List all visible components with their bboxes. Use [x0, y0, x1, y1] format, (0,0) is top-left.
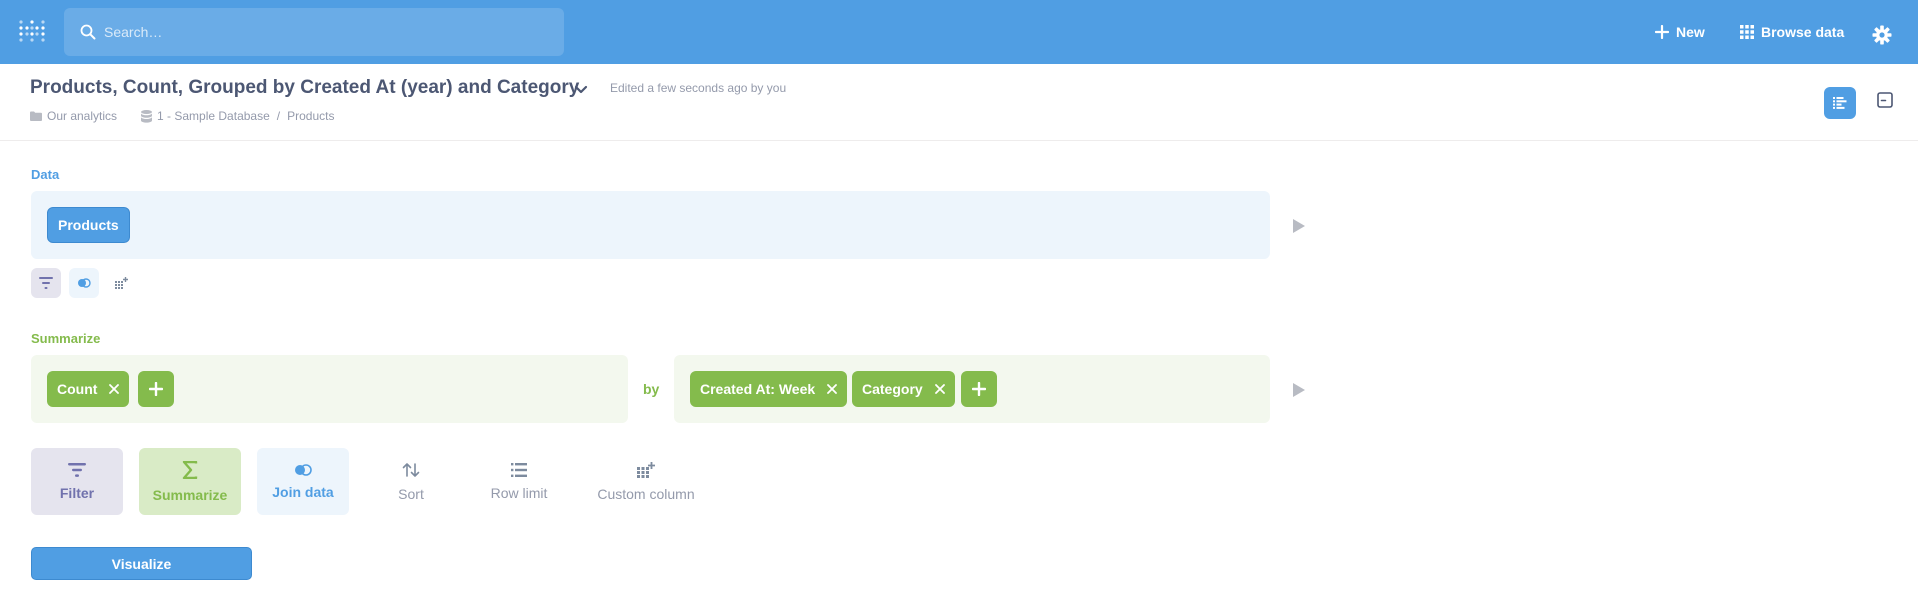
metric-pill-count[interactable]: Count [47, 371, 130, 407]
breakout-pill-label: Category [862, 381, 923, 397]
join-icon [293, 463, 313, 476]
browse-data-button[interactable]: Browse data [1740, 19, 1844, 45]
summarize-button[interactable]: Summarize [139, 448, 241, 515]
breadcrumb-database[interactable]: 1 - Sample Database [157, 109, 270, 123]
data-section-label: Data [31, 167, 60, 182]
breakout-pill-created-at[interactable]: Created At: Week [690, 371, 848, 407]
sql-console-icon[interactable] [1877, 92, 1893, 108]
summarize-metrics-area: Count [31, 355, 628, 423]
join-data-button-label: Join data [272, 483, 334, 500]
breadcrumb: Our analytics 1 - Sample Database / Prod… [30, 109, 334, 123]
filter-button[interactable]: Filter [31, 448, 123, 515]
filter-icon [39, 277, 53, 289]
question-title[interactable]: Products, Count, Grouped by Created At (… [30, 77, 579, 99]
preview-data-play-icon[interactable] [1293, 219, 1305, 233]
data-step: Products [31, 191, 1270, 259]
row-limit-button-label: Row limit [490, 484, 548, 501]
list-icon [511, 462, 527, 477]
plus-icon [972, 382, 986, 396]
chevron-down-icon[interactable] [574, 85, 588, 95]
database-icon [141, 109, 153, 123]
join-data-button[interactable]: Join data [257, 448, 349, 515]
browse-data-label: Browse data [1761, 24, 1845, 40]
plus-icon [1655, 25, 1669, 39]
metabase-logo-icon[interactable] [18, 18, 46, 46]
data-step-actions [31, 268, 145, 298]
preview-summarize-play-icon[interactable] [1293, 383, 1305, 397]
sort-button[interactable]: Sort [365, 448, 457, 515]
mini-filter-button[interactable] [31, 268, 61, 298]
join-icon [77, 278, 91, 288]
breakout-pill-label: Created At: Week [700, 381, 816, 397]
breakout-pill-category[interactable]: Category [852, 371, 955, 407]
custom-column-icon [637, 461, 655, 478]
top-nav: New Browse data [0, 0, 1918, 64]
new-button[interactable]: New [1655, 19, 1705, 45]
sort-button-label: Sort [398, 485, 424, 502]
summarize-section-label: Summarize [31, 331, 101, 346]
search-icon [80, 24, 96, 40]
custom-column-button[interactable]: Custom column [594, 448, 698, 515]
notebook-editor-toggle[interactable] [1824, 87, 1856, 119]
gear-icon[interactable] [1872, 22, 1892, 48]
breadcrumb-collection[interactable]: Our analytics [47, 109, 117, 123]
add-breakout-button[interactable] [961, 371, 997, 407]
plus-icon [149, 382, 163, 396]
last-edited-info[interactable]: Edited a few seconds ago by you [610, 81, 786, 95]
by-label: by [643, 381, 660, 397]
close-icon[interactable] [109, 384, 120, 394]
folder-icon [30, 111, 42, 121]
sort-arrows-icon [402, 462, 420, 478]
filter-button-label: Filter [59, 484, 95, 501]
grid-icon [1740, 25, 1754, 39]
summarize-button-label: Summarize [152, 486, 228, 503]
sigma-icon [182, 460, 198, 479]
breadcrumb-separator: / [276, 109, 281, 123]
custom-column-icon [115, 277, 129, 289]
mini-join-button[interactable] [69, 268, 99, 298]
mini-custom-column-button[interactable] [107, 268, 137, 298]
new-button-label: New [1676, 24, 1705, 40]
add-metric-button[interactable] [138, 371, 174, 407]
summarize-breakouts-area: Created At: Week Category [674, 355, 1270, 423]
question-header: Products, Count, Grouped by Created At (… [0, 64, 1918, 141]
metric-pill-label: Count [57, 381, 98, 397]
close-icon[interactable] [827, 384, 838, 394]
search-bar[interactable] [64, 8, 564, 56]
filter-icon [68, 462, 86, 477]
close-icon[interactable] [934, 384, 945, 394]
notebook-icon [1833, 97, 1847, 109]
visualize-button[interactable]: Visualize [31, 547, 252, 580]
custom-column-button-label: Custom column [597, 485, 695, 502]
search-input[interactable] [104, 18, 544, 46]
breadcrumb-table[interactable]: Products [287, 109, 334, 123]
row-limit-button[interactable]: Row limit [472, 448, 566, 515]
data-table-pill[interactable]: Products [47, 207, 130, 243]
